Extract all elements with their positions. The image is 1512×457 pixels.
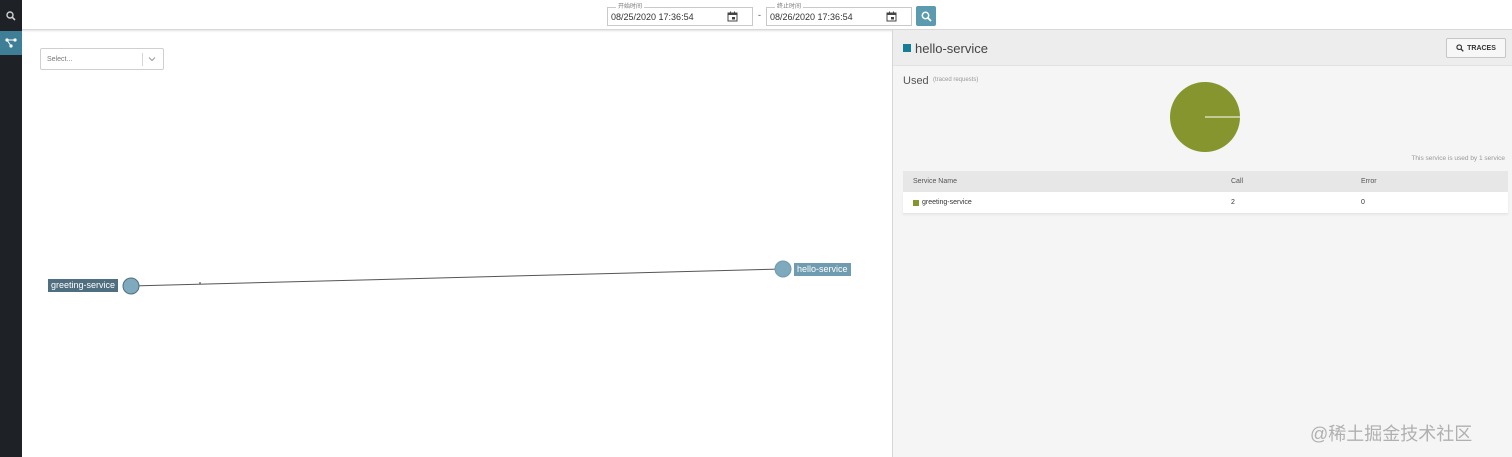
header-error[interactable]: Error — [1361, 178, 1508, 185]
graph-node-greeting-service[interactable] — [122, 277, 140, 295]
start-time-field[interactable]: 开始时间 08/25/2020 17:36:54 — [607, 3, 753, 26]
traces-button-label: TRACES — [1467, 44, 1496, 52]
traces-button[interactable]: TRACES — [1446, 38, 1506, 58]
graph-node-hello-service[interactable] — [774, 260, 792, 278]
topology-icon — [5, 38, 17, 48]
node-label-greeting-service[interactable]: greeting-service — [48, 279, 119, 292]
sidebar-topology-button[interactable] — [0, 31, 22, 55]
top-toolbar: 开始时间 08/25/2020 17:36:54 - 终止时间 08/26/20… — [22, 0, 1512, 30]
row-color-swatch — [913, 199, 919, 206]
end-time-legend: 终止时间 — [775, 3, 804, 11]
node-label-hello-service[interactable]: hello-service — [794, 263, 851, 276]
search-button[interactable] — [916, 6, 936, 26]
row-call-count: 2 — [1231, 199, 1235, 206]
service-title: hello-service — [915, 41, 988, 56]
usage-table: Service Name Call Error greeting-service… — [903, 171, 1508, 214]
watermark: @稀土掘金技术社区 — [1310, 424, 1473, 444]
sidebar-search-button[interactable] — [0, 5, 22, 27]
table-row[interactable]: greeting-service 2 0 — [903, 192, 1508, 214]
table-header: Service Name Call Error — [903, 171, 1508, 192]
search-icon — [1456, 44, 1464, 52]
topology-graph[interactable]: Select... greeting-service hello-service — [22, 30, 892, 457]
usage-pie-chart[interactable] — [1169, 81, 1241, 153]
service-color-swatch — [903, 44, 911, 52]
search-icon — [921, 11, 932, 22]
end-time-field[interactable]: 终止时间 08/26/2020 17:36:54 — [766, 3, 912, 26]
search-icon — [6, 11, 16, 21]
calendar-icon[interactable] — [727, 11, 738, 22]
header-service-name[interactable]: Service Name — [903, 178, 1231, 185]
date-range-separator: - — [758, 10, 761, 20]
start-time-legend: 开始时间 — [616, 3, 645, 11]
used-by-note: This service is used by 1 service — [1411, 155, 1505, 162]
used-title: Used — [903, 75, 929, 87]
row-service-cell: greeting-service — [903, 199, 1231, 206]
used-subtitle: (traced requests) — [933, 77, 979, 83]
row-error-count: 0 — [1361, 199, 1365, 206]
end-time-value: 08/26/2020 17:36:54 — [770, 12, 853, 22]
header-call[interactable]: Call — [1231, 178, 1361, 185]
graph-canvas — [122, 260, 792, 295]
service-detail-panel: hello-service TRACES Used (traced reques… — [892, 30, 1512, 457]
graph-edge[interactable] — [130, 268, 784, 287]
sidebar — [0, 0, 22, 457]
row-service-name: greeting-service — [922, 199, 972, 206]
start-time-value: 08/25/2020 17:36:54 — [611, 12, 694, 22]
calendar-icon[interactable] — [886, 11, 897, 22]
panel-header: hello-service TRACES — [893, 30, 1512, 66]
edge-midpoint — [199, 282, 201, 284]
